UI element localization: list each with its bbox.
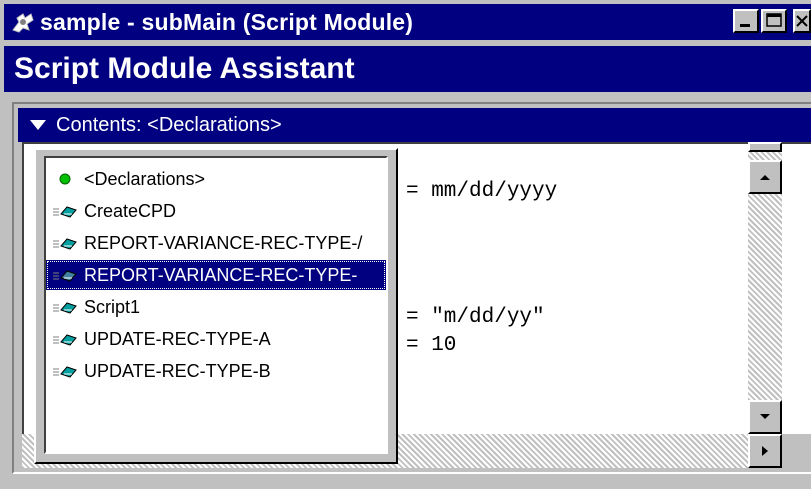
arrow-right-icon xyxy=(762,446,768,456)
minimize-icon xyxy=(740,24,750,27)
dropdown-item-label: REPORT-VARIANCE-REC-TYPE-/ xyxy=(84,232,363,253)
procedure-icon xyxy=(46,364,84,378)
script-module-window: sample - subMain (Script Module) Script … xyxy=(0,0,811,489)
maximize-icon xyxy=(766,13,782,27)
dropdown-item[interactable]: UPDATE-REC-TYPE-B xyxy=(46,356,386,386)
scrollbar-corner xyxy=(782,434,811,468)
dropdown-item[interactable]: Script1 xyxy=(46,292,386,322)
minimize-button[interactable] xyxy=(733,9,759,33)
app-icon xyxy=(8,7,38,37)
dropdown-item[interactable]: REPORT-VARIANCE-REC-TYPE- xyxy=(46,260,386,290)
dropdown-item[interactable]: UPDATE-REC-TYPE-A xyxy=(46,324,386,354)
dropdown-item-label: UPDATE-REC-TYPE-A xyxy=(84,328,271,349)
scroll-right-button[interactable] xyxy=(748,434,782,468)
close-button[interactable] xyxy=(793,9,811,33)
green-dot-icon xyxy=(46,172,84,186)
maximize-button[interactable] xyxy=(761,9,787,33)
contents-dropdown-list[interactable]: <Declarations> CreateCPD REPORT-VARIANCE-R… xyxy=(34,148,398,464)
procedure-icon xyxy=(46,300,84,314)
code-line: = "m/dd/yy" xyxy=(406,306,545,329)
code-line: = 10 xyxy=(406,334,457,357)
window-title: sample - subMain (Script Module) xyxy=(40,8,414,35)
scroll-up-button[interactable] xyxy=(748,160,782,194)
dropdown-item[interactable]: CreateCPD xyxy=(46,196,386,226)
procedure-icon xyxy=(46,332,84,346)
scroll-down-button[interactable] xyxy=(748,400,782,434)
close-icon xyxy=(796,15,808,27)
dropdown-item-label: Script1 xyxy=(84,296,141,317)
procedure-icon xyxy=(46,268,84,282)
dropdown-item-label: <Declarations> xyxy=(84,168,206,189)
contents-dropdown-button[interactable]: Contents: <Declarations> xyxy=(18,108,811,142)
dropdown-item-label: CreateCPD xyxy=(84,200,177,221)
code-line: = mm/dd/yyyy xyxy=(406,180,558,203)
dropdown-triangle-icon xyxy=(30,120,46,130)
scroll-thumb[interactable] xyxy=(748,142,782,152)
dropdown-item[interactable]: <Declarations> xyxy=(46,164,386,194)
contents-label: Contents: <Declarations> xyxy=(56,113,282,136)
dropdown-item-label: UPDATE-REC-TYPE-B xyxy=(84,360,271,381)
arrow-up-icon xyxy=(760,175,770,180)
dropdown-item-label: REPORT-VARIANCE-REC-TYPE- xyxy=(84,264,358,285)
vertical-scrollbar[interactable] xyxy=(748,142,782,434)
assistant-header: Script Module Assistant xyxy=(4,46,811,92)
dropdown-item[interactable]: REPORT-VARIANCE-REC-TYPE-/ xyxy=(46,228,386,258)
procedure-icon xyxy=(46,236,84,250)
procedure-icon xyxy=(46,204,84,218)
title-bar[interactable]: sample - subMain (Script Module) xyxy=(4,4,811,40)
arrow-down-icon xyxy=(760,414,770,419)
dropdown-listbox[interactable]: <Declarations> CreateCPD REPORT-VARIANCE-R… xyxy=(44,156,388,454)
window-controls xyxy=(733,9,811,33)
